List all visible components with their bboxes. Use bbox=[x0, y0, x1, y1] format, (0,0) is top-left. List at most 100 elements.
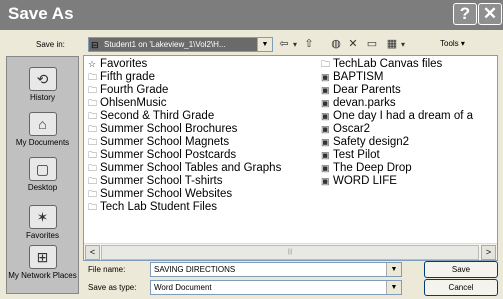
save-as-type-dropdown[interactable]: Word Document ▼ bbox=[150, 280, 402, 295]
file-item[interactable]: ▣ Test Pilot bbox=[321, 149, 473, 162]
file-item[interactable]: 🗀 TechLab Canvas files bbox=[321, 58, 473, 71]
place-favorites[interactable]: ✶ Favorites bbox=[7, 205, 78, 240]
file-name: Fourth Grade bbox=[100, 84, 169, 96]
file-item[interactable]: 🗀 Fourth Grade bbox=[88, 84, 281, 97]
document-icon: ▣ bbox=[321, 98, 330, 108]
file-item[interactable]: 🗀 OhlsenMusic bbox=[88, 97, 281, 110]
title-bar: Save As ? ✕ bbox=[0, 0, 503, 30]
folder-icon: 🗀 bbox=[88, 85, 98, 95]
views-icon[interactable]: ▦ bbox=[385, 37, 399, 52]
document-icon: ▣ bbox=[321, 176, 330, 186]
file-name: Safety design2 bbox=[333, 136, 410, 148]
document-icon: ▣ bbox=[321, 150, 330, 160]
file-item[interactable]: ▣ The Deep Drop bbox=[321, 162, 473, 175]
file-name: TechLab Canvas files bbox=[333, 58, 443, 70]
file-item[interactable]: 🗀 Second & Third Grade bbox=[88, 110, 281, 123]
place-label: Favorites bbox=[26, 231, 59, 240]
file-item[interactable]: 🗀 Tech Lab Student Files bbox=[88, 201, 281, 214]
file-name: Oscar2 bbox=[333, 123, 371, 135]
chevron-down-icon[interactable]: ▼ bbox=[386, 263, 401, 276]
help-button[interactable]: ? bbox=[453, 3, 477, 25]
file-item[interactable]: 🗀 Summer School Brochures bbox=[88, 123, 281, 136]
file-name: devan.parks bbox=[333, 97, 396, 109]
chevron-down-icon[interactable]: ▼ bbox=[257, 38, 272, 51]
file-item[interactable]: ▣ WORD LIFE bbox=[321, 175, 473, 188]
document-icon: ▣ bbox=[321, 85, 330, 95]
delete-icon[interactable]: ✕ bbox=[346, 37, 360, 52]
file-item[interactable]: ▣ devan.parks bbox=[321, 97, 473, 110]
scroll-right-button[interactable]: > bbox=[481, 245, 496, 260]
file-name: Tech Lab Student Files bbox=[100, 201, 217, 213]
file-name: The Deep Drop bbox=[333, 162, 412, 174]
file-name: One day I had a dream of a bbox=[333, 110, 474, 122]
file-name: Favorites bbox=[100, 58, 148, 70]
folder-icon: 🗀 bbox=[88, 111, 98, 121]
file-item[interactable]: ▣ BAPTISM bbox=[321, 71, 473, 84]
chevron-down-icon[interactable]: ▼ bbox=[386, 281, 401, 294]
save-button[interactable]: Save bbox=[424, 261, 498, 278]
scroll-thumb[interactable]: ||| bbox=[101, 245, 479, 260]
place-my-documents[interactable]: ⌂ My Documents bbox=[7, 112, 78, 147]
file-name-label: File name: bbox=[88, 265, 126, 274]
file-item[interactable]: 🗀 Summer School Tables and Graphs bbox=[88, 162, 281, 175]
views-dropdown-icon[interactable]: ▾ bbox=[399, 37, 407, 52]
folder-icon: 🗀 bbox=[88, 202, 98, 212]
file-item[interactable]: ▣ Safety design2 bbox=[321, 136, 473, 149]
file-name: BAPTISM bbox=[333, 71, 384, 83]
file-item[interactable]: ▣ Dear Parents bbox=[321, 84, 473, 97]
file-item[interactable]: 🗀 Summer School Magnets bbox=[88, 136, 281, 149]
tools-menu-button[interactable]: Tools ▾ bbox=[440, 38, 465, 50]
network-drive-icon: ⊟ bbox=[91, 40, 99, 50]
place-history[interactable]: ⟲ History bbox=[7, 67, 78, 102]
place-label: Desktop bbox=[27, 183, 58, 192]
save-in-label: Save in: bbox=[36, 40, 65, 49]
folder-icon: 🗀 bbox=[88, 98, 98, 108]
place-label: My Network Places bbox=[8, 271, 77, 280]
file-item[interactable]: 🗀 Summer School Websites bbox=[88, 188, 281, 201]
save-as-type-label: Save as type: bbox=[88, 283, 137, 292]
back-icon[interactable]: ⇦ bbox=[277, 37, 291, 52]
folder-icon: 🗀 bbox=[88, 176, 98, 186]
file-name: Summer School Tables and Graphs bbox=[100, 162, 282, 174]
up-folder-icon[interactable]: ⇧ bbox=[302, 37, 316, 52]
document-icon: ▣ bbox=[321, 137, 330, 147]
save-in-value: Student1 on 'Lakeview_1\Vol2\H... bbox=[89, 38, 257, 51]
place-desktop[interactable]: ▢ Desktop bbox=[7, 157, 78, 192]
close-button[interactable]: ✕ bbox=[478, 3, 502, 25]
my-network-places-icon: ⊞ bbox=[28, 245, 57, 269]
file-list[interactable]: ☆ Favorites 🗀 Fifth grade 🗀 Fourth Grade 🗀 Ohls… bbox=[83, 55, 498, 261]
file-name-field[interactable]: SAVING DIRECTIONS ▼ bbox=[150, 262, 402, 277]
cancel-button[interactable]: Cancel bbox=[424, 279, 498, 296]
search-web-icon[interactable]: ◍ bbox=[329, 37, 343, 52]
file-item[interactable]: ▣ One day I had a dream of a bbox=[321, 110, 473, 123]
file-name: Summer School T-shirts bbox=[100, 175, 223, 187]
file-item[interactable]: 🗀 Summer School Postcards bbox=[88, 149, 281, 162]
horizontal-scrollbar[interactable]: < ||| > bbox=[84, 243, 497, 260]
save-in-dropdown[interactable]: Student1 on 'Lakeview_1\Vol2\H... ⊟ ▼ bbox=[88, 37, 273, 52]
file-name: Summer School Brochures bbox=[100, 123, 238, 135]
file-item[interactable]: 🗀 Fifth grade bbox=[88, 71, 281, 84]
history-icon: ⟲ bbox=[28, 67, 57, 91]
file-name: Summer School Magnets bbox=[100, 136, 230, 148]
file-name: Summer School Postcards bbox=[100, 149, 237, 161]
folder-icon: 🗀 bbox=[88, 72, 98, 82]
folder-icon: 🗀 bbox=[321, 59, 331, 69]
file-column-1: ☆ Favorites 🗀 Fifth grade 🗀 Fourth Grade 🗀 Ohls… bbox=[88, 58, 281, 214]
folder-icon: 🗀 bbox=[88, 189, 98, 199]
place-my-network-places[interactable]: ⊞ My Network Places bbox=[7, 245, 78, 280]
save-as-type-value: Word Document bbox=[154, 283, 212, 292]
file-item[interactable]: 🗀 Summer School T-shirts bbox=[88, 175, 281, 188]
document-icon: ▣ bbox=[321, 111, 330, 121]
new-folder-icon[interactable]: ▭ bbox=[365, 37, 379, 52]
file-item[interactable]: ☆ Favorites bbox=[88, 58, 281, 71]
folder-icon: 🗀 bbox=[88, 150, 98, 160]
file-item[interactable]: ▣ Oscar2 bbox=[321, 123, 473, 136]
file-name: OhlsenMusic bbox=[100, 97, 167, 109]
document-icon: ▣ bbox=[321, 163, 330, 173]
my-documents-icon: ⌂ bbox=[28, 112, 57, 136]
scroll-left-button[interactable]: < bbox=[85, 245, 100, 260]
file-name: WORD LIFE bbox=[333, 175, 397, 187]
back-dropdown-icon[interactable]: ▾ bbox=[291, 37, 299, 52]
folder-icon: 🗀 bbox=[88, 137, 98, 147]
file-column-2: 🗀 TechLab Canvas files ▣ BAPTISM ▣ Dear Paren… bbox=[321, 58, 473, 188]
